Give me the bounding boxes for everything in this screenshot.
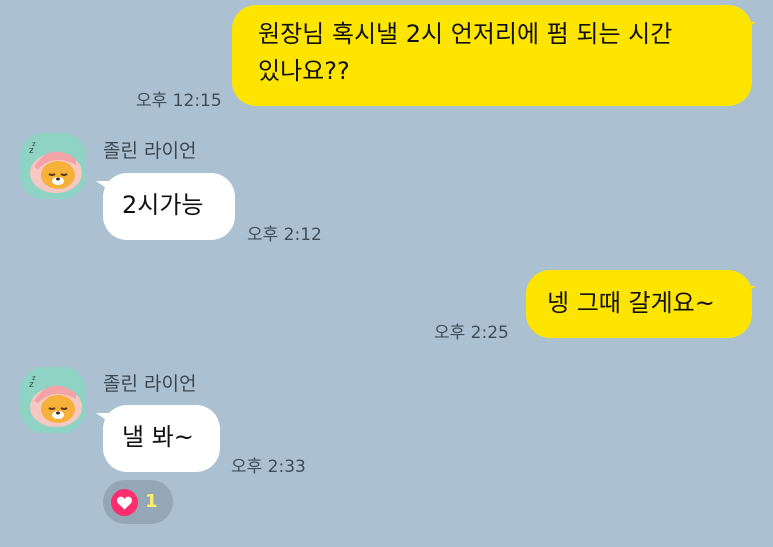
my-message-bubble[interactable]: 원장님 혹시낼 2시 언저리에 펌 되는 시간 있나요?? <box>232 5 752 106</box>
message-timestamp: 오후 2:25 <box>434 323 509 343</box>
ryan-avatar-icon: z z <box>20 133 86 199</box>
message-text: 2시가능 <box>122 191 204 219</box>
sender-name: 졸린 라이언 <box>103 373 197 395</box>
svg-text:z: z <box>32 374 36 382</box>
message-text-line-1: 원장님 혹시낼 2시 언저리에 펌 되는 시간 <box>258 20 673 48</box>
bubble-tail <box>96 413 116 427</box>
my-message-bubble[interactable]: 넹 그때 갈게요~ <box>526 270 752 338</box>
avatar[interactable]: z z <box>20 367 86 433</box>
sender-name: 졸린 라이언 <box>103 140 197 162</box>
message-text-line-2: 있나요?? <box>258 57 350 85</box>
ryan-avatar-icon: z z <box>20 367 86 433</box>
their-message-bubble[interactable]: 2시가능 <box>103 173 235 240</box>
message-timestamp: 오후 12:15 <box>136 91 222 111</box>
reaction-badge[interactable]: 1 <box>103 480 173 524</box>
bubble-tail <box>736 286 756 300</box>
bubble-tail <box>736 22 756 36</box>
their-message-bubble[interactable]: 낼 봐~ <box>103 405 220 472</box>
reaction-count: 1 <box>145 491 158 512</box>
bubble-tail <box>96 181 116 195</box>
message-text: 넹 그때 갈게요~ <box>547 289 715 317</box>
avatar[interactable]: z z <box>20 133 86 199</box>
heart-icon <box>111 489 138 516</box>
message-timestamp: 오후 2:33 <box>231 457 306 477</box>
svg-text:z: z <box>32 140 36 148</box>
message-timestamp: 오후 2:12 <box>247 225 322 245</box>
message-text: 낼 봐~ <box>122 423 194 451</box>
